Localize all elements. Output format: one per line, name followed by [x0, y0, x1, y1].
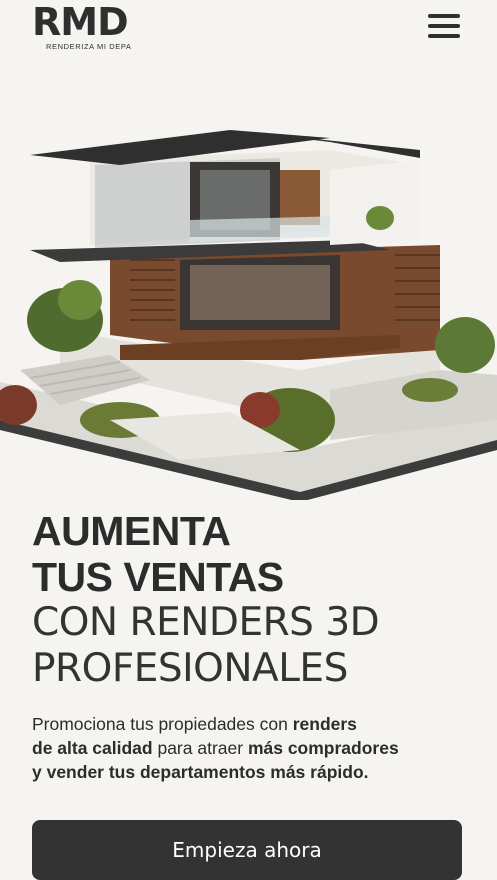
desc-bold-1: renders: [292, 714, 357, 734]
headline-line-3: CON RENDERS 3D: [32, 600, 380, 645]
desc-bold-3: más compradores: [247, 738, 399, 758]
hamburger-menu-icon[interactable]: [424, 10, 464, 42]
logo-mark: RMD: [32, 0, 129, 44]
headline-line-4: PROFESIONALES: [32, 646, 348, 691]
desc-bold-4: y vender tus departamentos más rápido.: [32, 762, 369, 782]
desc-text-1: Promociona tus propiedades con: [32, 714, 293, 734]
headline-line-1: AUMENTA: [32, 508, 231, 554]
modern-house-render: [0, 130, 497, 500]
site-header: RMD RENDERIZA MI DEPA: [0, 0, 497, 60]
brand-logo[interactable]: RMD RENDERIZA MI DEPA: [32, 0, 148, 52]
desc-bold-2: de alta calidad: [32, 738, 153, 758]
desc-text-2: para atraer: [152, 738, 248, 758]
logo-tagline: RENDERIZA MI DEPA: [46, 42, 132, 51]
start-now-button[interactable]: Empieza ahora: [32, 820, 462, 880]
hero-headline: AUMENTA TUS VENTAS CON RENDERS 3D PROFES…: [32, 508, 472, 692]
headline-line-2: TUS VENTAS: [32, 554, 284, 600]
hero-description: Promociona tus propiedades con renders de…: [32, 712, 452, 784]
